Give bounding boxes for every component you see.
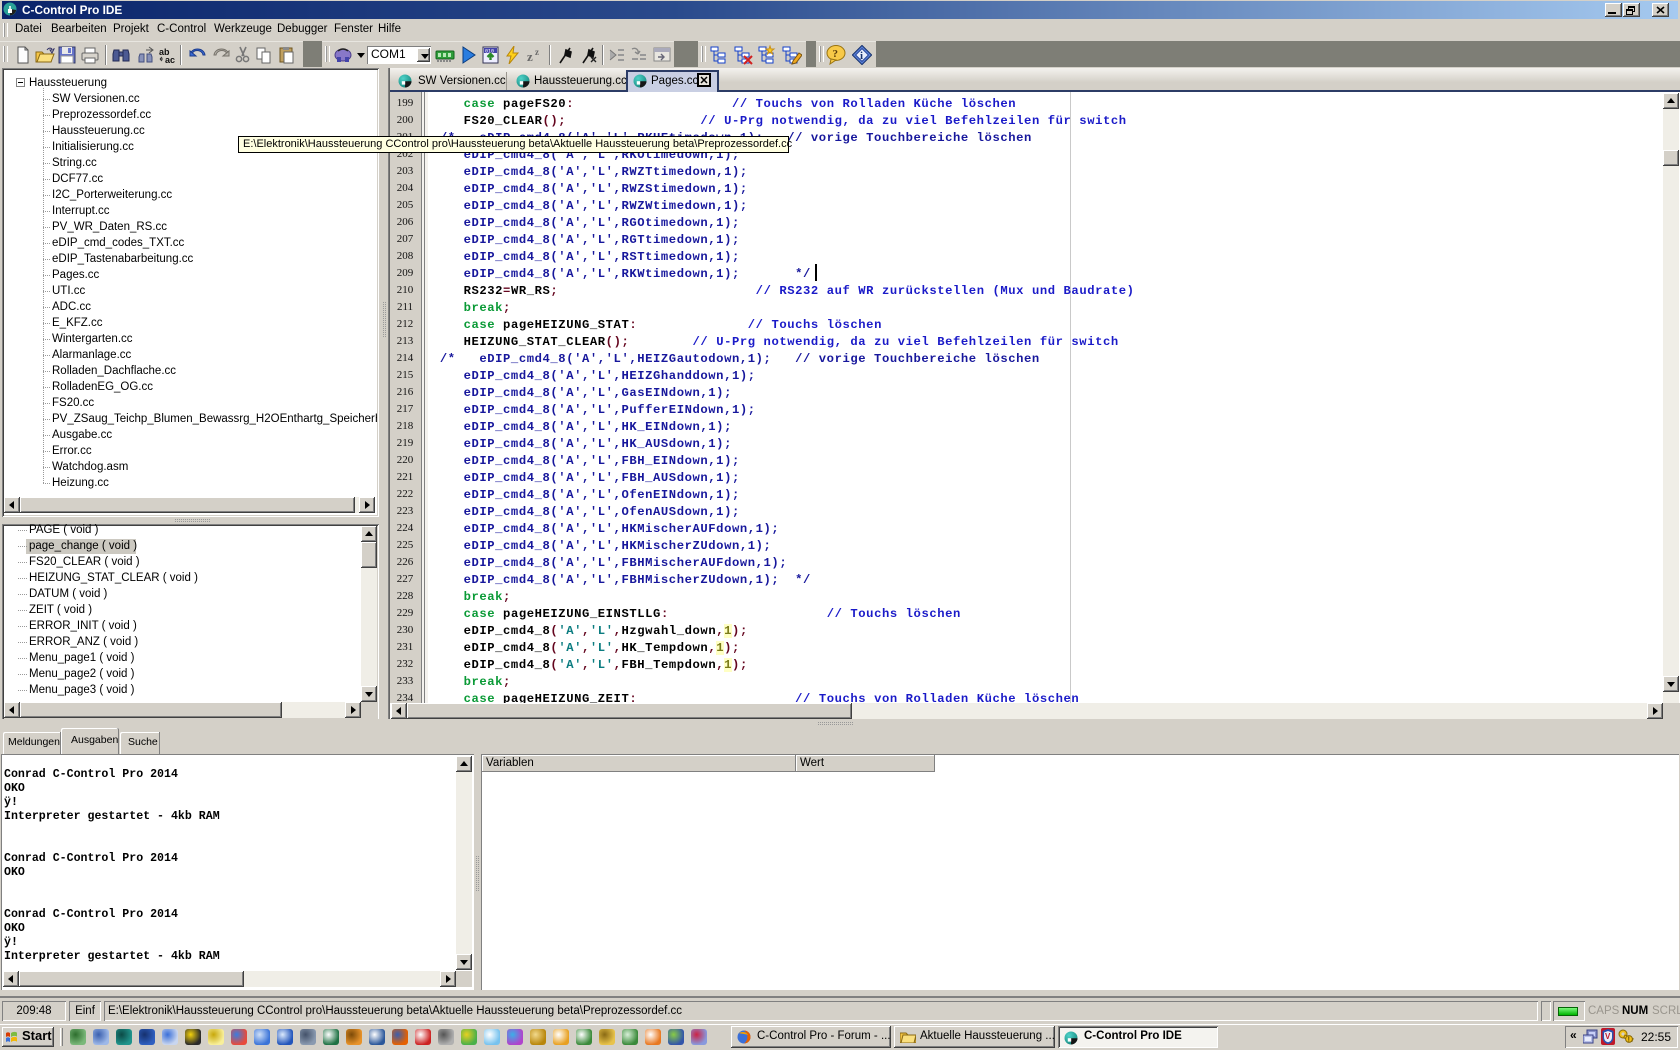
svg-text:?: ? [833, 48, 839, 60]
svg-text:z: z [527, 49, 533, 63]
svg-text:!: ! [1628, 1037, 1630, 1044]
svg-text:z: z [535, 47, 539, 57]
svg-text:i: i [860, 50, 863, 62]
svg-text:V: V [1605, 1032, 1611, 1041]
svg-text:ac: ac [165, 55, 175, 64]
